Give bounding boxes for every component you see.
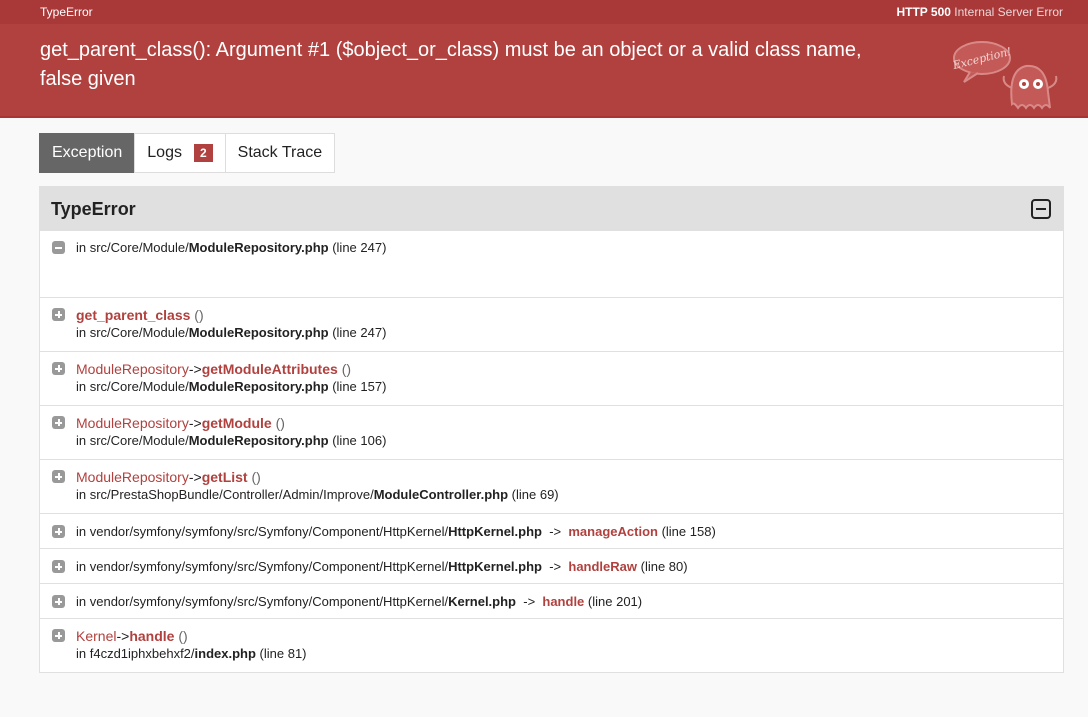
trace-file-name: Kernel.php xyxy=(448,594,516,609)
tab-bar: Exception Logs 2 Stack Trace xyxy=(39,133,1088,173)
trace-file-name: ModuleRepository.php xyxy=(188,240,329,255)
method-name: handleRaw xyxy=(568,559,637,574)
exception-trace-panel: TypeError in src/Core/Module/ModuleRepos… xyxy=(39,186,1064,673)
expand-row-icon[interactable] xyxy=(52,308,65,321)
trace-function: ModuleRepository->getModuleAttributes () xyxy=(76,361,352,377)
tab-logs[interactable]: Logs 2 xyxy=(134,133,226,173)
trace-title: TypeError xyxy=(51,198,136,219)
exception-message: get_parent_class(): Argument #1 ($object… xyxy=(40,39,862,90)
trace-row: ModuleRepository->getModule () in src/Co… xyxy=(40,405,1063,459)
trace-row: in vendor/symfony/symfony/src/Symfony/Co… xyxy=(40,548,1063,583)
method-name: manageAction xyxy=(568,524,658,539)
trace-file-name: HttpKernel.php xyxy=(448,524,542,539)
trace-file: in src/Core/Module/ModuleRepository.php … xyxy=(76,240,387,255)
trace-function: ModuleRepository->getList () xyxy=(76,469,261,485)
trace-file: in src/PrestaShopBundle/Controller/Admin… xyxy=(76,487,559,502)
error-header: get_parent_class(): Argument #1 ($object… xyxy=(0,24,1088,118)
tab-exception-label: Exception xyxy=(52,144,123,161)
method-name: handle xyxy=(542,594,585,609)
trace-file: in src/Core/Module/ModuleRepository.php … xyxy=(76,379,387,394)
trace-file: in f4czd1iphxbehxf2/index.php (line 81) xyxy=(76,646,307,661)
trace-function: ModuleRepository->getModule () xyxy=(76,415,285,431)
ghost-icon: Exception! xyxy=(950,41,1058,110)
tab-stack-trace-label: Stack Trace xyxy=(237,144,323,161)
logs-count-badge: 2 xyxy=(193,144,213,162)
trace-row: in vendor/symfony/symfony/src/Symfony/Co… xyxy=(40,513,1063,548)
trace-row: Kernel->handle () in f4czd1iphxbehxf2/in… xyxy=(40,618,1063,672)
function-name: getList xyxy=(201,469,248,485)
status-code: HTTP 500 xyxy=(896,5,951,19)
status-text: Internal Server Error xyxy=(954,5,1063,19)
class-name: ModuleRepository xyxy=(76,469,189,485)
top-bar: TypeError HTTP 500 Internal Server Error xyxy=(0,0,1088,24)
trace-file-name: index.php xyxy=(194,646,256,661)
expand-row-icon[interactable] xyxy=(52,595,65,608)
expand-row-icon[interactable] xyxy=(52,525,65,538)
tab-exception[interactable]: Exception xyxy=(39,133,136,173)
trace-row: ModuleRepository->getList () in src/Pres… xyxy=(40,459,1063,513)
trace-file-name: ModuleRepository.php xyxy=(188,325,329,340)
function-name: getModuleAttributes xyxy=(201,361,338,377)
trace-file: in src/Core/Module/ModuleRepository.php … xyxy=(76,325,387,340)
expand-row-icon[interactable] xyxy=(52,629,65,642)
function-name: getModule xyxy=(201,415,272,431)
expand-row-icon[interactable] xyxy=(52,416,65,429)
trace-row: in vendor/symfony/symfony/src/Symfony/Co… xyxy=(40,583,1063,618)
function-name: handle xyxy=(129,628,175,644)
trace-function: get_parent_class () xyxy=(76,307,204,323)
trace-file: in src/Core/Module/ModuleRepository.php … xyxy=(76,433,387,448)
trace-header: TypeError xyxy=(40,187,1063,231)
tab-stack-trace[interactable]: Stack Trace xyxy=(224,133,336,173)
collapse-all-icon[interactable] xyxy=(1031,199,1051,219)
error-type-label: TypeError xyxy=(40,5,93,19)
class-name: Kernel xyxy=(76,628,117,644)
expand-row-icon[interactable] xyxy=(52,362,65,375)
trace-file: in vendor/symfony/symfony/src/Symfony/Co… xyxy=(76,559,688,574)
trace-file: in vendor/symfony/symfony/src/Symfony/Co… xyxy=(76,524,716,539)
trace-row: in src/Core/Module/ModuleRepository.php … xyxy=(40,231,1063,297)
http-status: HTTP 500 Internal Server Error xyxy=(896,5,1063,19)
tab-logs-label: Logs xyxy=(147,144,182,161)
trace-file-name: HttpKernel.php xyxy=(448,559,542,574)
trace-row: ModuleRepository->getModuleAttributes ()… xyxy=(40,351,1063,405)
function-name: get_parent_class xyxy=(76,307,191,323)
trace-file: in vendor/symfony/symfony/src/Symfony/Co… xyxy=(76,594,643,609)
trace-function: Kernel->handle () xyxy=(76,628,188,644)
trace-file-name: ModuleController.php xyxy=(373,487,509,502)
class-name: ModuleRepository xyxy=(76,415,189,431)
expand-row-icon[interactable] xyxy=(52,470,65,483)
class-name: ModuleRepository xyxy=(76,361,189,377)
trace-row: get_parent_class () in src/Core/Module/M… xyxy=(40,297,1063,351)
trace-file-name: ModuleRepository.php xyxy=(188,433,329,448)
trace-file-name: ModuleRepository.php xyxy=(188,379,329,394)
collapse-row-icon[interactable] xyxy=(52,241,65,254)
expand-row-icon[interactable] xyxy=(52,560,65,573)
